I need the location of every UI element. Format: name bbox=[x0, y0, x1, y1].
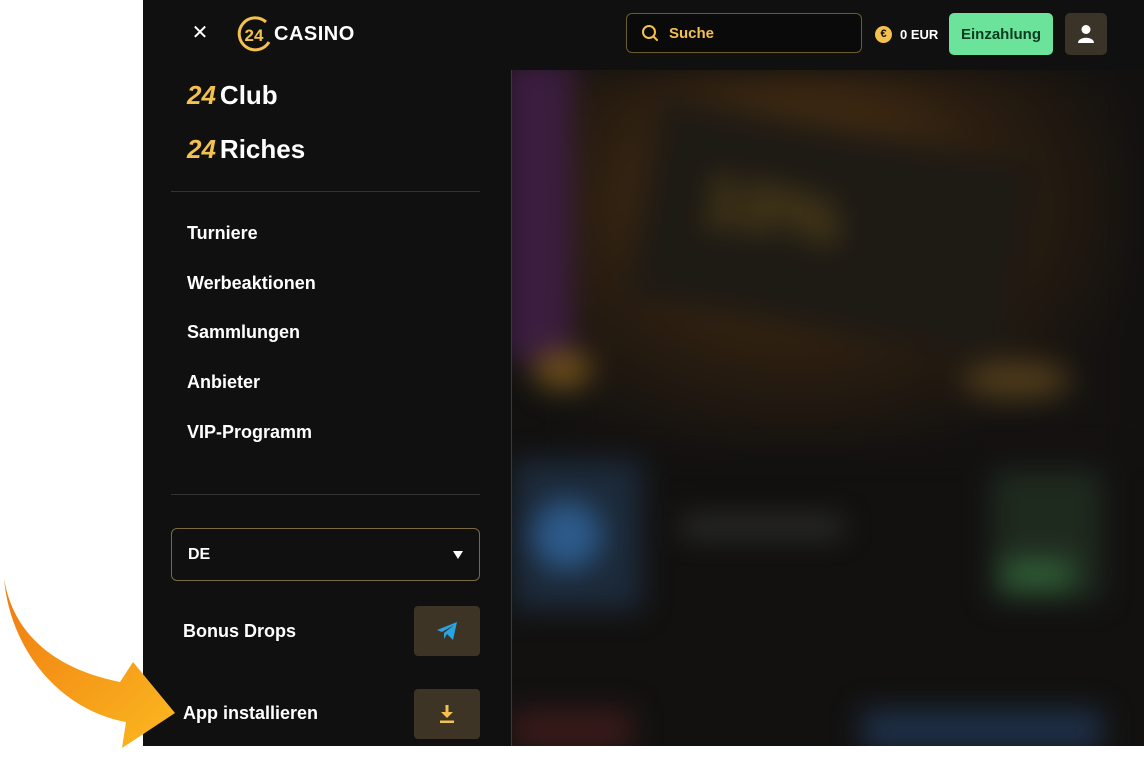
close-icon: ✕ bbox=[191, 22, 209, 44]
telegram-icon bbox=[437, 622, 457, 640]
promo-banner-background: 10% bbox=[512, 70, 1144, 746]
deposit-button[interactable]: Einzahlung bbox=[949, 13, 1053, 55]
search-input[interactable] bbox=[667, 23, 851, 43]
brand-number: 24 bbox=[187, 134, 216, 164]
casino-app: ✕ 24 CASINO € 0 EUR Einzahlung bbox=[143, 0, 1144, 746]
balance-amount: 0 EUR bbox=[900, 26, 939, 42]
brand-24-riches-link[interactable]: 24 Riches bbox=[187, 134, 305, 165]
brand-name: Riches bbox=[219, 134, 306, 164]
menu-divider bbox=[171, 191, 480, 192]
nav-item-vip-programm[interactable]: VIP-Programm bbox=[187, 422, 312, 443]
top-bar: ✕ 24 CASINO € 0 EUR Einzahlung bbox=[143, 0, 1144, 70]
brand-name: Club bbox=[219, 80, 278, 110]
logo-mark-icon: 24 bbox=[237, 16, 271, 52]
blurred-content: 10% bbox=[512, 70, 1144, 746]
language-value: DE bbox=[188, 545, 211, 563]
search-icon bbox=[642, 25, 658, 41]
logo-text: CASINO bbox=[274, 22, 355, 45]
language-select[interactable]: DE bbox=[171, 528, 480, 581]
nav-item-sammlungen[interactable]: Sammlungen bbox=[187, 322, 300, 343]
nav-item-anbieter[interactable]: Anbieter bbox=[187, 372, 260, 393]
bonus-drops-label: Bonus Drops bbox=[183, 621, 297, 641]
nav-item-turniere[interactable]: Turniere bbox=[187, 223, 258, 244]
orange-arrow-pointer-icon bbox=[4, 578, 175, 748]
app-install-button[interactable] bbox=[414, 689, 480, 739]
app-install-label: App installieren bbox=[183, 703, 319, 723]
search-box[interactable] bbox=[626, 13, 862, 53]
brand-24-club-link[interactable]: 24 Club bbox=[187, 80, 278, 111]
nav-item-werbeaktionen[interactable]: Werbeaktionen bbox=[187, 273, 316, 294]
chevron-down-icon bbox=[453, 550, 463, 559]
brand-number: 24 bbox=[187, 80, 216, 110]
telegram-button[interactable] bbox=[414, 606, 480, 656]
side-menu: 24 Club 24 Riches Turniere Werbeaktionen… bbox=[143, 70, 512, 746]
casino-logo[interactable]: 24 CASINO bbox=[236, 14, 355, 54]
user-icon bbox=[1078, 25, 1094, 43]
logo-number: 24 bbox=[245, 26, 264, 45]
balance-display[interactable]: € 0 EUR bbox=[875, 24, 938, 44]
user-account-button[interactable] bbox=[1065, 13, 1107, 55]
close-menu-button[interactable]: ✕ bbox=[187, 20, 213, 46]
euro-coin-icon: € bbox=[875, 25, 892, 43]
download-icon bbox=[440, 705, 454, 723]
menu-divider bbox=[171, 494, 480, 495]
